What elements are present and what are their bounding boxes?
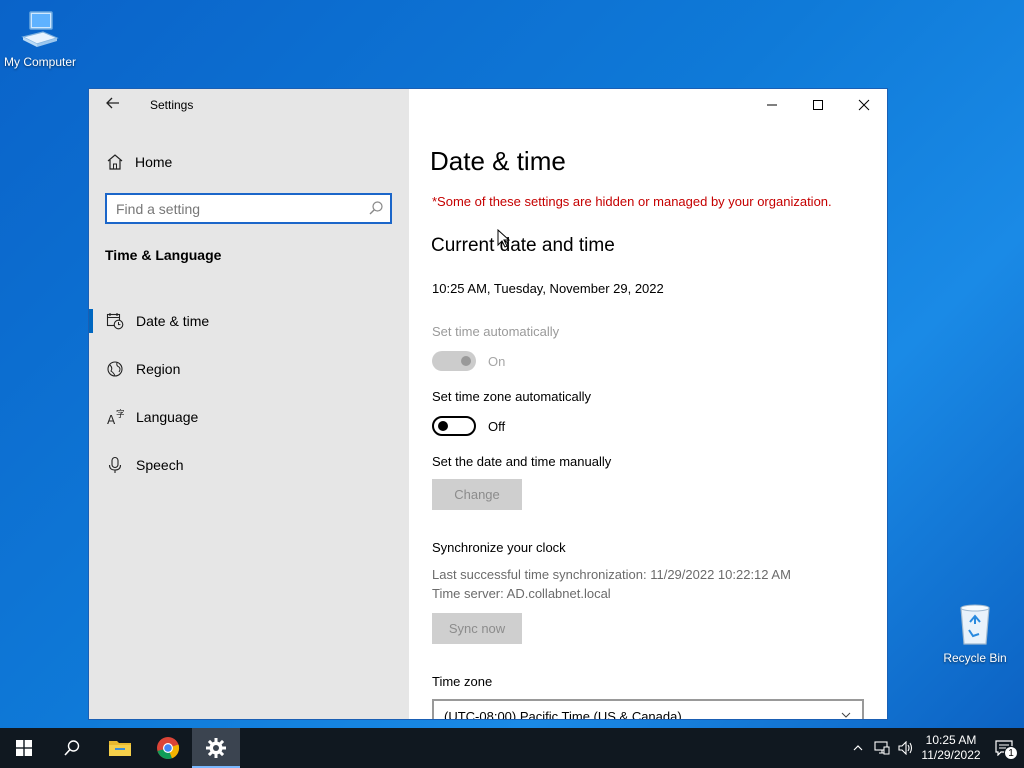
- taskbar-search-button[interactable]: [48, 728, 96, 768]
- set-time-auto-label: Set time automatically: [432, 324, 560, 339]
- sidebar-item-label: Date & time: [136, 313, 210, 329]
- sync-clock-label: Synchronize your clock: [432, 540, 566, 555]
- system-tray: 10:25 AM 11/29/2022 1: [846, 728, 1024, 768]
- network-icon: [874, 741, 890, 755]
- set-manually-label: Set the date and time manually: [432, 454, 612, 469]
- folder-icon: [109, 741, 131, 756]
- sidebar-item-date-time[interactable]: Date & time: [89, 297, 409, 345]
- desktop-icon-label: My Computer: [3, 55, 77, 69]
- clock-time: 10:25 AM: [925, 733, 977, 747]
- sidebar-item-label: Region: [136, 361, 181, 377]
- gear-icon: [206, 738, 226, 758]
- time-server-text: Time server: AD.collabnet.local: [432, 586, 611, 601]
- title-bar[interactable]: Settings: [89, 89, 409, 121]
- chrome-icon: [157, 737, 180, 760]
- sidebar: Settings Home Time & Language: [89, 89, 409, 719]
- toggle-knob: [461, 356, 471, 366]
- back-arrow-icon: [106, 97, 119, 109]
- language-icon: A 字: [107, 408, 124, 426]
- timezone-label: Time zone: [432, 674, 493, 689]
- set-timezone-auto-label: Set time zone automatically: [432, 389, 591, 404]
- back-button[interactable]: [101, 95, 125, 115]
- taskbar-settings[interactable]: [192, 728, 240, 768]
- sidebar-item-label: Home: [135, 154, 173, 170]
- page-title: Date & time: [430, 146, 566, 176]
- last-sync-text: Last successful time synchronization: 11…: [432, 567, 791, 582]
- taskbar-file-explorer[interactable]: [96, 728, 144, 768]
- notification-count-badge: 1: [1004, 746, 1018, 760]
- main-content: Date & time *Some of these settings are …: [409, 89, 887, 719]
- current-datetime: 10:25 AM, Tuesday, November 29, 2022: [432, 281, 664, 296]
- set-timezone-auto-state: Off: [488, 419, 506, 434]
- calendar-clock-icon: [106, 313, 124, 330]
- chevron-up-icon: [853, 745, 863, 751]
- windows-logo-icon: [16, 740, 32, 756]
- svg-text:字: 字: [116, 408, 124, 420]
- desktop-icon-my-computer[interactable]: My Computer: [0, 10, 80, 69]
- desktop-icon-recycle-bin[interactable]: Recycle Bin: [935, 602, 1015, 665]
- clock-date: 11/29/2022: [921, 748, 981, 762]
- organization-notice: *Some of these settings are hidden or ma…: [432, 194, 832, 209]
- sidebar-item-speech[interactable]: Speech: [89, 441, 409, 489]
- section-heading-current-time: Current date and time: [431, 235, 615, 256]
- mouse-cursor-icon: [497, 229, 511, 248]
- sync-now-button[interactable]: Sync now: [432, 613, 522, 644]
- home-icon: [107, 154, 123, 170]
- tray-network-button[interactable]: [870, 728, 894, 768]
- toggle-knob: [438, 421, 448, 431]
- start-button[interactable]: [0, 728, 48, 768]
- taskbar-clock[interactable]: 10:25 AM 11/29/2022: [918, 733, 984, 763]
- computer-icon: [21, 11, 59, 47]
- search-input[interactable]: [107, 200, 357, 217]
- search-icon: [369, 201, 383, 215]
- set-time-auto-state: On: [488, 354, 506, 369]
- speaker-icon: [898, 741, 913, 755]
- tray-volume-button[interactable]: [894, 728, 918, 768]
- section-title: Time & Language: [105, 247, 222, 263]
- sidebar-item-label: Language: [136, 409, 199, 425]
- taskbar: 10:25 AM 11/29/2022 1: [0, 728, 1024, 768]
- sidebar-item-label: Speech: [136, 457, 184, 473]
- timezone-value: (UTC-08:00) Pacific Time (US & Canada): [444, 709, 682, 720]
- recycle-bin-icon: [960, 604, 990, 645]
- desktop-icon-label: Recycle Bin: [943, 651, 1007, 665]
- set-time-auto-toggle[interactable]: [432, 351, 476, 371]
- tray-show-hidden-button[interactable]: [846, 728, 870, 768]
- svg-text:A: A: [107, 413, 116, 426]
- search-box[interactable]: [105, 193, 392, 224]
- microphone-icon: [108, 456, 122, 473]
- sidebar-item-region[interactable]: Region: [89, 345, 409, 393]
- set-timezone-auto-toggle[interactable]: [432, 416, 476, 436]
- chevron-down-icon: [841, 712, 851, 718]
- settings-window: Settings Home Time & Language: [88, 88, 888, 720]
- taskbar-chrome[interactable]: [144, 728, 192, 768]
- sidebar-item-home[interactable]: Home: [105, 151, 172, 173]
- app-title: Settings: [150, 98, 194, 112]
- sidebar-nav: Date & time Region A 字 Language: [89, 297, 409, 489]
- action-center-button[interactable]: 1: [984, 728, 1024, 768]
- timezone-select[interactable]: (UTC-08:00) Pacific Time (US & Canada): [432, 699, 864, 720]
- change-button[interactable]: Change: [432, 479, 522, 510]
- globe-icon: [107, 361, 123, 377]
- sidebar-item-language[interactable]: A 字 Language: [89, 393, 409, 441]
- search-icon: [64, 740, 80, 756]
